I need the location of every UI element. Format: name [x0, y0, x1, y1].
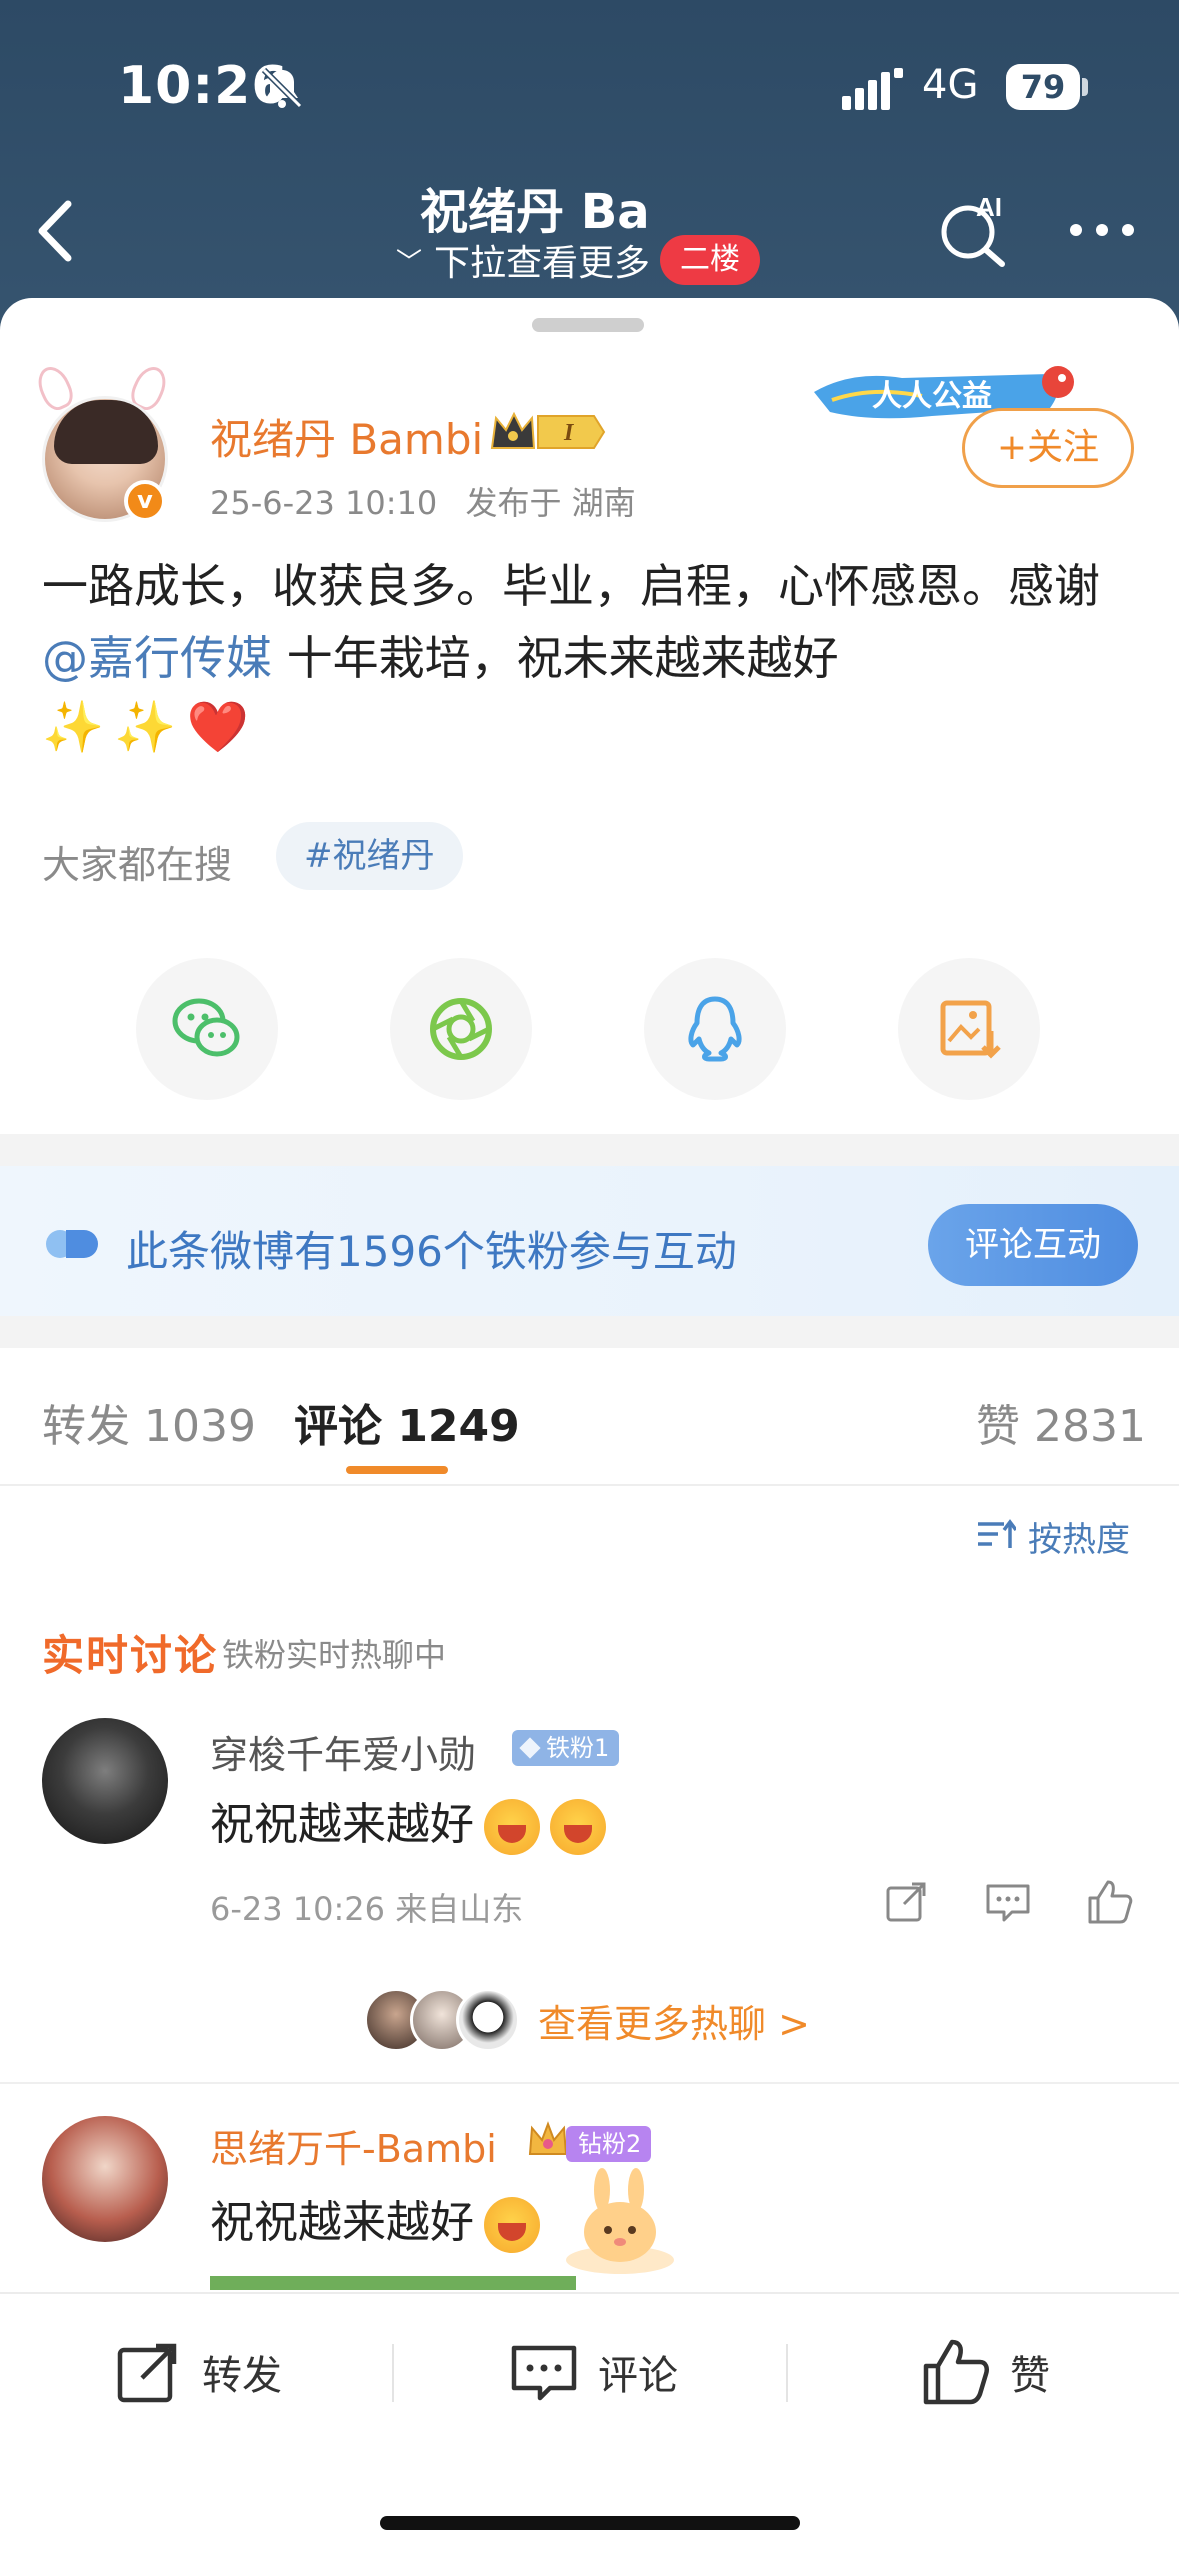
mini-avatar — [456, 1988, 520, 2052]
like-button[interactable]: 赞 — [920, 2330, 1050, 2414]
topic-chip[interactable]: #祝绪丹 — [276, 822, 463, 890]
mention-link[interactable]: @嘉行传媒 — [42, 631, 272, 685]
drag-handle[interactable] — [532, 318, 644, 332]
wechat-icon — [172, 998, 240, 1057]
comment-username[interactable]: 思绪万千-Bambi — [210, 2118, 497, 2173]
section-divider — [0, 1316, 1179, 1348]
comment-interact-button[interactable]: 评论互动 — [928, 1204, 1138, 1286]
comment-text: 祝祝越来越好 — [210, 2186, 540, 2253]
like-label: 赞 — [1010, 2353, 1050, 2399]
fan-pulse-icon — [46, 1230, 98, 1258]
comment-avatar[interactable] — [42, 2116, 168, 2242]
repost-icon — [117, 2343, 177, 2403]
comment-text-body: 祝祝越来越好 — [210, 1799, 474, 1850]
section-divider — [0, 1134, 1179, 1166]
svg-text:I: I — [563, 420, 575, 446]
author-avatar[interactable]: v — [32, 361, 184, 526]
verified-badge-icon: v — [124, 480, 166, 522]
pull-down-hint[interactable]: ﹀ 下拉查看更多 二楼 — [396, 234, 761, 286]
sparkles-emoji: ✨ — [42, 697, 105, 756]
kiss-emoji-icon — [484, 1799, 540, 1855]
top-header: 10:26 4G 79 祝绪丹 Ba ﹀ 下拉查看更多 二楼 AI — [0, 0, 1179, 330]
fan-level-badge: 铁粉1 — [512, 1730, 620, 1766]
battery-nub — [1082, 78, 1088, 96]
comment-text: 祝祝越来越好 — [210, 1788, 606, 1855]
qq-icon — [688, 996, 742, 1062]
svg-text:AI: AI — [976, 192, 1002, 222]
bar-divider — [392, 2344, 394, 2402]
comment-icon — [511, 2345, 577, 2401]
more-options-icon[interactable] — [1066, 220, 1138, 240]
flower-emoji-icon — [484, 2197, 540, 2253]
repost-button[interactable]: 转发 — [112, 2330, 282, 2414]
home-indicator[interactable] — [380, 2516, 800, 2530]
fan-interaction-text: 此条微博有1596个铁粉参与互动 — [126, 1227, 737, 1276]
network-label: 4G — [922, 62, 979, 108]
post-text: 一路成长，收获良多。毕业，启程，心怀感恩。感谢 @嘉行传媒 十年栽培，祝未来越来… — [42, 550, 1142, 694]
tab-likes[interactable]: 赞 2831 — [976, 1390, 1146, 1454]
active-tab-indicator — [346, 1466, 448, 1474]
kiss-emoji-icon — [550, 1799, 606, 1855]
pull-down-label: 下拉查看更多 — [434, 243, 651, 284]
thumbs-up-icon — [923, 2339, 989, 2405]
post-emojis: ✨ ✨ ❤️ — [42, 694, 249, 760]
author-name[interactable]: 祝绪丹 Bambi — [210, 406, 483, 467]
chevron-down-icon: ﹀ — [396, 247, 423, 278]
post-text-part: 十年栽培，祝未来越来越好 — [272, 631, 839, 685]
sort-icon[interactable] — [976, 1518, 1016, 1552]
heart-emoji: ❤️ — [186, 697, 249, 756]
moments-icon — [430, 998, 492, 1060]
live-discussion-title: 实时讨论 — [42, 1631, 219, 1680]
crown-icon — [528, 2121, 568, 2155]
trending-label: 大家都在搜 — [42, 843, 233, 887]
fan-level-label: 铁粉1 — [546, 1734, 610, 1762]
battery-indicator: 79 — [1006, 64, 1080, 110]
floor-badge[interactable]: 二楼 — [660, 235, 761, 285]
bell-muted-icon — [261, 67, 303, 109]
comment-meta: 6-23 10:26 来自山东 — [210, 1890, 524, 1928]
live-discussion-subtitle: 铁粉实时热聊中 — [222, 1636, 447, 1674]
follow-button[interactable]: +关注 — [962, 408, 1134, 488]
save-image-button[interactable] — [898, 958, 1040, 1100]
page-title: 祝绪丹 Ba — [420, 184, 650, 240]
save-image-icon — [940, 1000, 1001, 1059]
sparkles-emoji: ✨ — [114, 697, 177, 756]
comment-text-body: 祝祝越来越好 — [210, 2197, 474, 2248]
svg-text:人人公益: 人人公益 — [872, 379, 992, 414]
like-icon[interactable] — [1086, 1878, 1134, 1926]
share-icon[interactable] — [882, 1878, 930, 1926]
comment-avatar[interactable] — [42, 1718, 168, 1844]
back-arrow-icon[interactable] — [30, 196, 78, 266]
more-hot-label[interactable]: 查看更多热聊 > — [538, 1993, 810, 2048]
bunny-sticker-icon — [566, 2168, 674, 2274]
tab-comments[interactable]: 评论 1249 — [294, 1390, 520, 1454]
signal-icon — [842, 68, 903, 110]
share-wechat-button[interactable] — [136, 958, 278, 1100]
reply-icon[interactable] — [984, 1878, 1032, 1926]
tab-divider — [0, 1484, 1179, 1486]
media-progress-bar — [210, 2276, 576, 2290]
sort-by-heat[interactable]: 按热度 — [1028, 1512, 1130, 1561]
comment-button[interactable]: 评论 — [508, 2330, 678, 2414]
comment-username[interactable]: 穿梭千年爱小勋 — [210, 1724, 476, 1779]
share-moments-button[interactable] — [390, 958, 532, 1100]
post-meta: 25-6-23 10:10 发布于 湖南 — [210, 478, 636, 524]
post-location: 发布于 湖南 — [465, 484, 636, 522]
post-text-part: 一路成长，收获良多。毕业，启程，心怀感恩。感谢 — [42, 559, 1100, 613]
comment-divider — [0, 2082, 1179, 2084]
comment-label: 评论 — [598, 2353, 678, 2399]
share-qq-button[interactable] — [644, 958, 786, 1100]
ai-search-icon[interactable]: AI — [936, 192, 1012, 268]
repost-label: 转发 — [202, 2353, 282, 2399]
diamond-icon — [519, 1737, 541, 1759]
crown-level-badge-icon[interactable]: I — [488, 408, 606, 456]
tab-repost[interactable]: 转发 1039 — [42, 1390, 256, 1454]
fan-level-badge: 钻粉2 — [566, 2126, 652, 2162]
bar-divider — [786, 2344, 788, 2402]
more-hot-chats[interactable]: 查看更多热聊 > — [364, 1984, 810, 2056]
post-date: 25-6-23 10:10 — [210, 484, 438, 522]
